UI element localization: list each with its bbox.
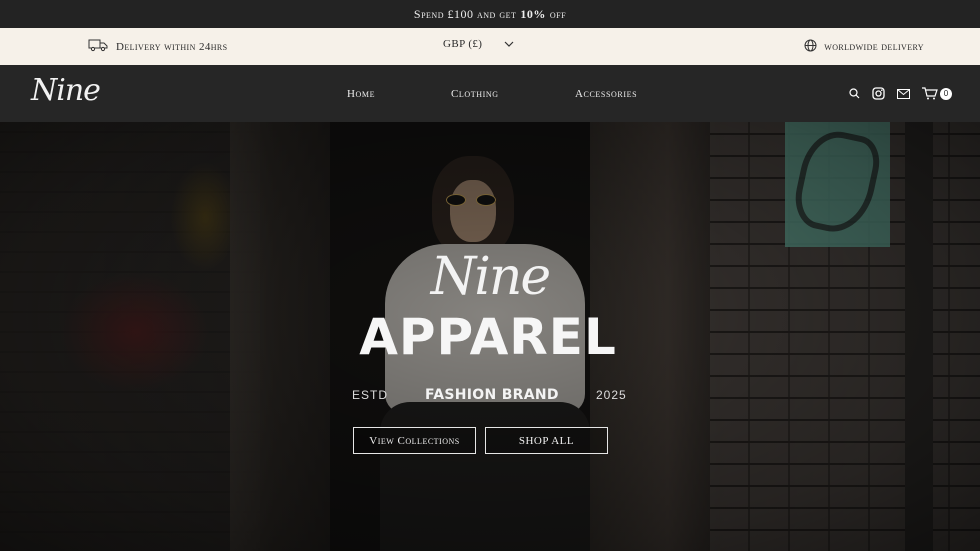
shop-all-button[interactable]: SHOP ALL — [485, 427, 608, 454]
truck-icon — [88, 38, 108, 55]
view-collections-button[interactable]: View Collections — [353, 427, 476, 454]
nav-home[interactable]: Home — [347, 65, 375, 122]
hero-banner: Nine APPAREL ESTD FASHION BRAND 2025 Vie… — [0, 122, 980, 551]
instagram-icon[interactable] — [872, 87, 885, 100]
hero-title: APPAREL — [359, 308, 617, 366]
header-icons: 0 — [849, 65, 952, 122]
site-header: Nine Home Clothing Accessories 0 — [0, 65, 980, 122]
announcement-prefix: Spend £100 and get — [413, 6, 517, 21]
chevron-down-icon — [504, 38, 514, 50]
announcement-bar: Spend £100 and get 10% off — [0, 0, 980, 28]
hero-brand-tagline: FASHION BRAND — [425, 387, 559, 403]
announcement-suffix: off — [549, 6, 567, 21]
hero-estd: ESTD — [352, 388, 389, 402]
currency-selector[interactable]: GBP (£) — [443, 25, 514, 62]
announcement-discount: 10% — [520, 6, 546, 21]
worldwide-info: worldwide delivery — [804, 28, 924, 65]
search-icon[interactable] — [849, 88, 860, 99]
info-bar: Delivery within 24hrs GBP (£) worldwide … — [0, 28, 980, 65]
cart-button[interactable]: 0 — [922, 87, 952, 100]
worldwide-label: worldwide delivery — [824, 40, 924, 53]
cart-count-badge: 0 — [940, 87, 952, 100]
cart-icon — [922, 87, 938, 100]
nav-clothing[interactable]: Clothing — [451, 65, 499, 122]
currency-value: GBP (£) — [443, 37, 483, 50]
delivery-info: Delivery within 24hrs — [88, 28, 228, 65]
nav-accessories[interactable]: Accessories — [575, 65, 637, 122]
globe-icon — [804, 39, 817, 55]
hero-year: 2025 — [596, 388, 627, 402]
mail-icon[interactable] — [897, 88, 910, 99]
delivery-label: Delivery within 24hrs — [116, 40, 228, 53]
brand-logo[interactable]: Nine — [31, 73, 101, 108]
hero-script-logo: Nine — [430, 247, 551, 307]
